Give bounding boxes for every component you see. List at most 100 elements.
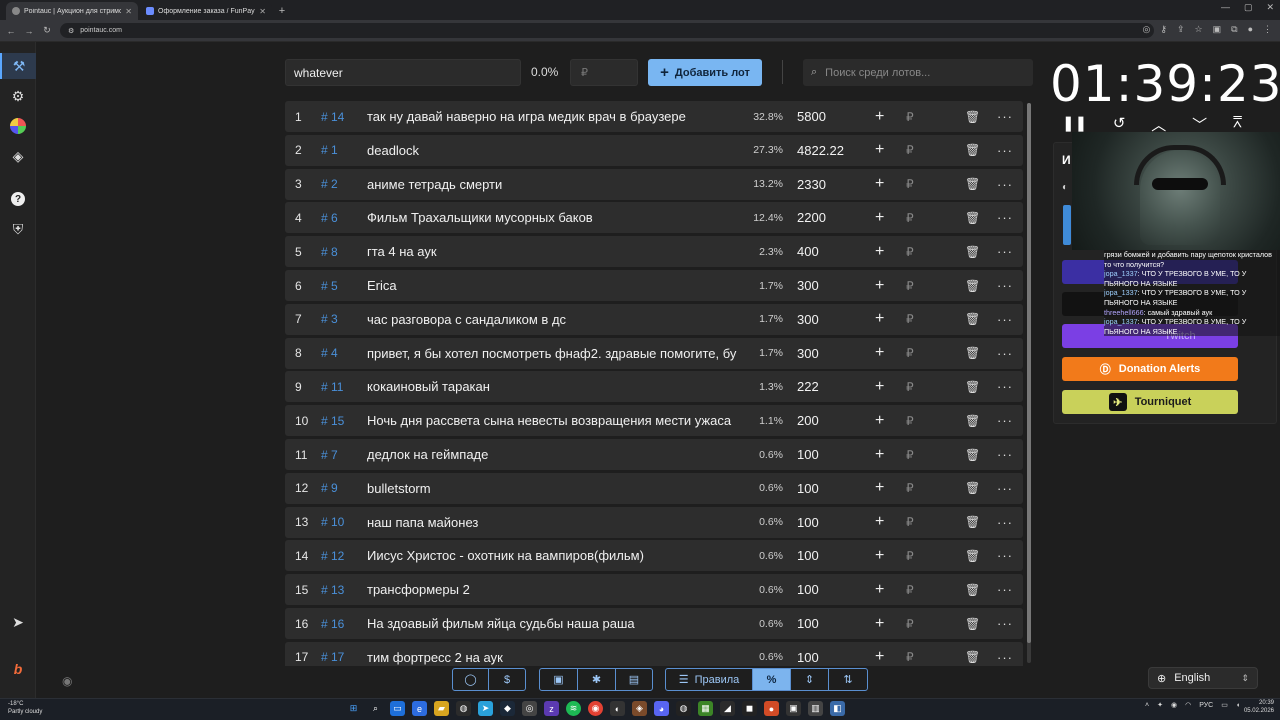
search-icon[interactable]: ⌕ bbox=[368, 701, 383, 716]
rub-input[interactable]: ₽ bbox=[906, 617, 914, 631]
rub-input[interactable]: ₽ bbox=[906, 177, 914, 191]
app-tray-icon[interactable]: ✦ bbox=[1157, 701, 1163, 709]
more-icon[interactable]: ··· bbox=[997, 312, 1013, 327]
rub-input[interactable]: ₽ bbox=[906, 346, 914, 360]
app-icon[interactable]: ◧ bbox=[830, 701, 845, 716]
more-icon[interactable]: ··· bbox=[997, 210, 1013, 225]
more-icon[interactable]: ··· bbox=[997, 278, 1013, 293]
trash-icon[interactable]: 🗑 bbox=[965, 346, 980, 360]
add-amount-icon[interactable]: + bbox=[875, 141, 884, 159]
more-icon[interactable]: ··· bbox=[997, 177, 1013, 192]
minecraft-icon[interactable]: ▦ bbox=[698, 701, 713, 716]
rub-input[interactable]: ₽ bbox=[906, 110, 914, 124]
lot-amount[interactable]: 100 bbox=[797, 548, 819, 563]
trash-icon[interactable]: 🗑 bbox=[965, 414, 980, 428]
lot-amount[interactable]: 100 bbox=[797, 650, 819, 665]
add-amount-icon[interactable]: + bbox=[875, 479, 884, 497]
add-amount-icon[interactable]: + bbox=[875, 175, 884, 193]
trash-icon[interactable]: 🗑 bbox=[965, 312, 980, 326]
lot-name[interactable]: дедлок на геймпаде bbox=[367, 447, 741, 462]
extension-icon[interactable]: ▣ bbox=[1213, 24, 1222, 35]
lot-amount[interactable]: 100 bbox=[797, 447, 819, 462]
add-amount-icon[interactable]: + bbox=[875, 581, 884, 599]
add-amount-icon[interactable]: + bbox=[875, 513, 884, 531]
lot-name[interactable]: так ну давай наверно на игра медик врач … bbox=[367, 109, 741, 124]
sidebar-item-privacy[interactable]: ⛨ bbox=[0, 216, 36, 242]
more-icon[interactable]: ··· bbox=[997, 447, 1013, 462]
browser-tab-funpay[interactable]: Оформление заказа / FunPay ✕ bbox=[140, 2, 272, 20]
lot-amount[interactable]: 200 bbox=[797, 413, 819, 428]
lot-amount[interactable]: 100 bbox=[797, 582, 819, 597]
save-button[interactable]: ▣ bbox=[540, 669, 578, 690]
lot-name[interactable]: кокаиновый таракан bbox=[367, 379, 741, 394]
add-amount-icon[interactable]: + bbox=[875, 446, 884, 464]
lot-name[interactable]: Erica bbox=[367, 278, 741, 293]
reload-icon[interactable]: ↻ bbox=[42, 25, 52, 36]
app-icon[interactable]: ▥ bbox=[808, 701, 823, 716]
app-icon[interactable]: ● bbox=[764, 701, 779, 716]
lot-search-input[interactable]: ⌕ Поиск среди лотов... bbox=[803, 59, 1033, 86]
more-icon[interactable]: ··· bbox=[997, 582, 1013, 597]
add-amount-icon[interactable]: + bbox=[875, 243, 884, 261]
back-icon[interactable]: ← bbox=[6, 26, 16, 36]
language-indicator[interactable]: РУС bbox=[1199, 702, 1213, 709]
bug-report-button[interactable]: ✱ bbox=[578, 669, 616, 690]
rub-input[interactable]: ₽ bbox=[906, 481, 914, 495]
more-icon[interactable]: ··· bbox=[997, 515, 1013, 530]
rub-input[interactable]: ₽ bbox=[906, 448, 914, 462]
lot-name[interactable]: Фильм Трахальщики мусорных баков bbox=[367, 210, 741, 225]
more-icon[interactable]: ··· bbox=[997, 616, 1013, 631]
lot-name[interactable]: Иисус Христос - охотник на вампиров(филь… bbox=[367, 548, 741, 563]
github-button[interactable]: ◯ bbox=[453, 669, 489, 690]
more-icon[interactable]: ··· bbox=[997, 413, 1013, 428]
lot-amount[interactable]: 400 bbox=[797, 244, 819, 259]
discord-icon[interactable]: ◕ bbox=[654, 701, 669, 716]
app-icon[interactable]: z bbox=[544, 701, 559, 716]
lot-amount[interactable]: 222 bbox=[797, 379, 819, 394]
lot-amount[interactable]: 100 bbox=[797, 515, 819, 530]
lot-amount[interactable]: 2200 bbox=[797, 210, 826, 225]
taskbar-clock[interactable]: 20:39 05.02.2026 bbox=[1238, 699, 1274, 715]
trash-icon[interactable]: 🗑 bbox=[965, 380, 980, 394]
trash-icon[interactable]: 🗑 bbox=[965, 211, 980, 225]
puzzle-icon[interactable]: ⧉ bbox=[1231, 24, 1237, 35]
more-icon[interactable]: ··· bbox=[997, 143, 1013, 158]
close-tab-icon[interactable]: ✕ bbox=[125, 7, 132, 16]
eye-icon[interactable]: ◉ bbox=[62, 674, 72, 688]
lot-name[interactable]: привет, я бы хотел посмотреть фнаф2. здр… bbox=[367, 346, 741, 361]
tourniquet-button[interactable]: ✈ Tourniquet bbox=[1062, 390, 1238, 414]
rules-button[interactable]: ☰ Правила bbox=[666, 669, 753, 690]
lot-name[interactable]: Ночь дня рассвета сына невесты возвращен… bbox=[367, 413, 741, 428]
scrollbar-thumb[interactable] bbox=[1027, 103, 1031, 643]
rub-input[interactable]: ₽ bbox=[906, 414, 914, 428]
browser-tab-pointauc[interactable]: Pointauc | Аукцион для стримо ✕ bbox=[6, 2, 138, 20]
sort-toggle[interactable]: ⇅ bbox=[829, 669, 867, 690]
close-window-icon[interactable]: ✕ bbox=[1266, 2, 1274, 13]
star-icon[interactable]: ☆ bbox=[1195, 24, 1203, 35]
donate-button[interactable]: $ bbox=[489, 669, 525, 690]
lot-name[interactable]: тим фортресс 2 на аук bbox=[367, 650, 741, 665]
percent-toggle[interactable]: % bbox=[753, 669, 791, 690]
rub-input[interactable]: ₽ bbox=[906, 312, 914, 326]
sidebar-item-boosty[interactable]: b bbox=[0, 656, 36, 682]
weather-widget[interactable]: -18°C Partly cloudy bbox=[8, 700, 42, 716]
rub-input[interactable]: ₽ bbox=[906, 245, 914, 259]
chrome-icon[interactable]: ◉ bbox=[588, 701, 603, 716]
chevron-up-icon[interactable]: ˄ bbox=[1145, 702, 1149, 709]
add-amount-icon[interactable]: + bbox=[875, 412, 884, 430]
compact-toggle[interactable]: ⇕ bbox=[791, 669, 829, 690]
more-icon[interactable]: ··· bbox=[997, 346, 1013, 361]
trash-icon[interactable]: 🗑 bbox=[965, 177, 980, 191]
lot-amount[interactable]: 300 bbox=[797, 278, 819, 293]
app-icon[interactable]: ▣ bbox=[786, 701, 801, 716]
new-tab-button[interactable]: + bbox=[274, 2, 290, 20]
trash-icon[interactable]: 🗑 bbox=[965, 650, 980, 664]
lot-amount[interactable]: 300 bbox=[797, 346, 819, 361]
lot-name[interactable]: час разговора с сандаликом в дс bbox=[367, 312, 741, 327]
trash-icon[interactable]: 🗑 bbox=[965, 617, 980, 631]
add-amount-icon[interactable]: + bbox=[875, 108, 884, 126]
sidebar-item-help[interactable]: ? bbox=[0, 186, 36, 212]
rub-input[interactable]: ₽ bbox=[906, 143, 914, 157]
sidebar-item-history[interactable]: ◈ bbox=[0, 143, 36, 169]
maximize-icon[interactable]: ▢ bbox=[1244, 2, 1253, 13]
